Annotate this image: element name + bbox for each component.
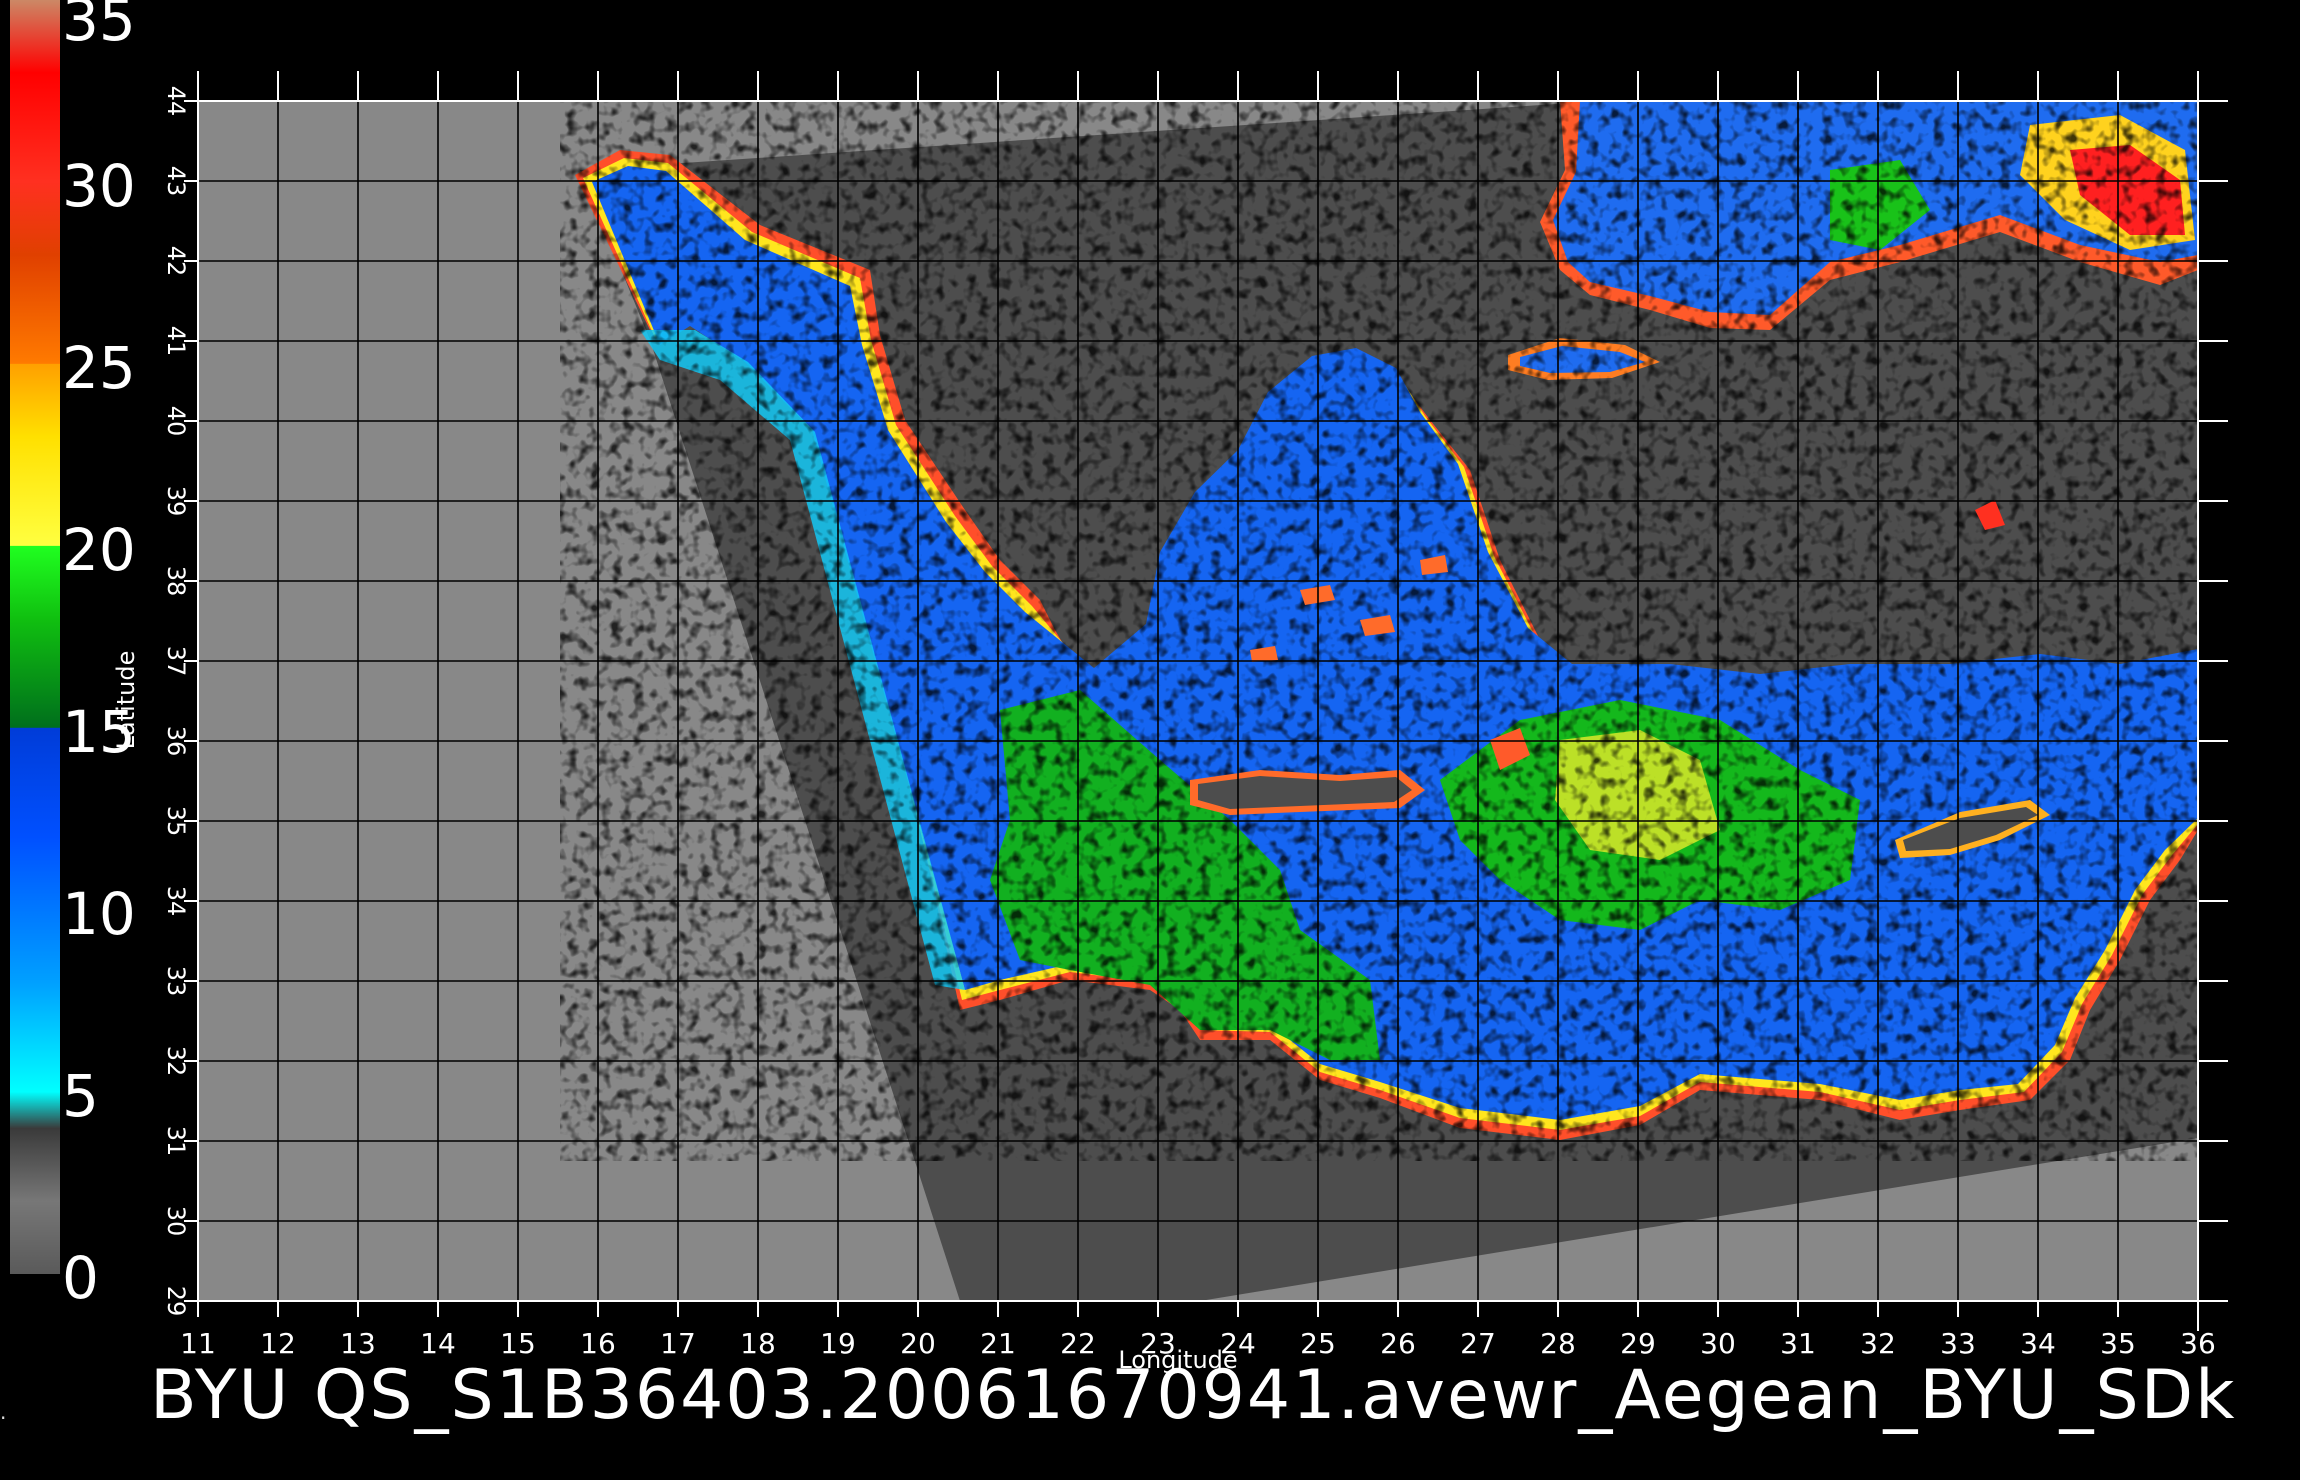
colorbar-label-10: 10	[62, 880, 136, 948]
y-tick-label-35: 35	[162, 806, 190, 837]
y-tick-label-42: 42	[162, 246, 190, 277]
y-tick-label-30: 30	[162, 1206, 190, 1237]
colorbar-label-0: 0	[62, 1244, 99, 1312]
colorbar-label-5: 5	[62, 1062, 99, 1130]
y-tick-label-36: 36	[162, 726, 190, 757]
colorbar-label-35: 35	[62, 0, 136, 54]
y-tick-label-32: 32	[162, 1046, 190, 1077]
y-tick-label-37: 37	[162, 646, 190, 677]
y-tick-label-29: 29	[162, 1286, 190, 1317]
colorbar-label-20: 20	[62, 516, 136, 584]
colorbar-bar	[10, 0, 60, 1274]
y-tick-label-41: 41	[162, 326, 190, 357]
y-tick-label-34: 34	[162, 886, 190, 917]
y-tick-label-33: 33	[162, 966, 190, 997]
y-tick-label-39: 39	[162, 486, 190, 517]
wind-speed-map-figure: 05101520253035 11 12 13 14 15 16 17 18 1…	[10, 0, 2228, 1374]
y-tick-label-38: 38	[162, 566, 190, 597]
left-edge-marker: .	[0, 1400, 7, 1424]
y-tick-label-40: 40	[162, 406, 190, 437]
map-panel	[198, 101, 2198, 1301]
colorbar-label-30: 30	[62, 152, 136, 220]
y-tick-label-44: 44	[162, 86, 190, 117]
y-axis-label: Latitude	[112, 651, 140, 750]
ocean-wind-field	[560, 101, 2198, 1161]
y-tick-label-43: 43	[162, 166, 190, 197]
colorbar-label-25: 25	[62, 334, 136, 402]
y-tick-label-31: 31	[162, 1126, 190, 1157]
figure-title: BYU QS_S1B36403.20061670941.avewr_Aegean…	[150, 1356, 2237, 1435]
